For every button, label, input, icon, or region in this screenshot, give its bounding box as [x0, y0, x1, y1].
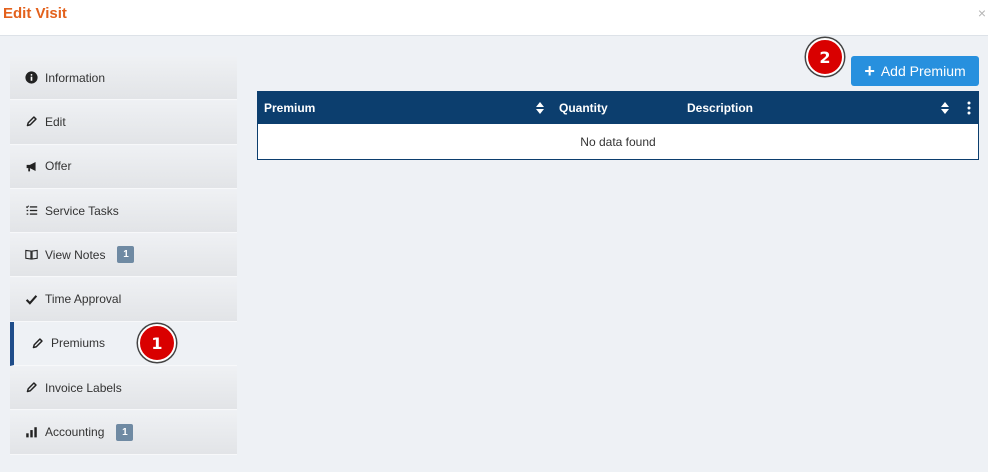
sidebar-item-label: Invoice Labels: [45, 380, 122, 395]
close-button[interactable]: ×: [978, 5, 986, 21]
megaphone-icon: [24, 159, 38, 173]
pencil-icon: [30, 336, 44, 350]
sidebar-item-label: Accounting: [45, 425, 105, 440]
add-premium-button[interactable]: + Add Premium: [851, 56, 979, 86]
sort-icon[interactable]: [536, 92, 544, 124]
sidebar-item-label: Offer: [45, 159, 72, 174]
sidebar-item-accounting[interactable]: Accounting 1: [10, 410, 237, 455]
info-circle-icon: [24, 71, 38, 85]
sidebar-item-edit[interactable]: Edit: [10, 100, 237, 145]
sidebar-item-label: Service Tasks: [45, 203, 119, 218]
sidebar-item-label: Edit: [45, 114, 66, 129]
sidebar-item-label: View Notes: [45, 247, 106, 262]
accounting-count-badge: 1: [116, 423, 134, 441]
column-label: Quantity: [559, 101, 608, 115]
sidebar-item-label: Time Approval: [45, 292, 122, 307]
sidebar-item-invoice-labels[interactable]: Invoice Labels: [10, 366, 237, 411]
task-list-icon: [24, 204, 38, 218]
sidebar-nav: Information Edit Offer Service Tasks Vie…: [10, 56, 237, 455]
empty-message: No data found: [580, 134, 656, 149]
table-header: Premium Quantity Description: [258, 92, 978, 124]
bar-chart-icon: [24, 425, 38, 439]
add-premium-label: Add Premium: [880, 63, 966, 79]
sidebar-item-view-notes[interactable]: View Notes 1: [10, 233, 237, 278]
notes-count-badge: 1: [117, 246, 135, 264]
dialog-header: Edit Visit ×: [0, 0, 988, 36]
pencil-icon: [24, 115, 38, 129]
premiums-table: Premium Quantity Description No data fou…: [257, 91, 979, 160]
column-label: Premium: [264, 101, 316, 115]
sidebar-item-label: Premiums: [51, 336, 106, 351]
pencil-icon: [24, 381, 38, 395]
dialog-title: Edit Visit: [3, 5, 67, 22]
sidebar-item-offer[interactable]: Offer: [10, 144, 237, 189]
column-header-description[interactable]: Description: [687, 92, 753, 124]
sort-icon[interactable]: [941, 92, 949, 124]
sidebar-item-service-tasks[interactable]: Service Tasks: [10, 188, 237, 234]
column-label: Description: [687, 101, 754, 115]
sidebar-item-time-approval[interactable]: Time Approval: [10, 277, 237, 322]
step-marker-two: 2: [806, 38, 844, 76]
sidebar-item-label: Information: [45, 70, 106, 85]
column-header-quantity[interactable]: Quantity: [559, 92, 608, 124]
book-icon: [24, 248, 38, 262]
column-menu-icon[interactable]: [967, 92, 971, 124]
plus-icon: +: [864, 61, 875, 81]
checkmark-icon: [24, 292, 38, 306]
table-empty-row: No data found: [258, 124, 978, 159]
step-marker-one: 1: [138, 324, 176, 362]
column-header-premium[interactable]: Premium: [264, 92, 315, 124]
sidebar-item-information[interactable]: Information: [10, 56, 237, 101]
sidebar-item-premiums[interactable]: Premiums: [10, 321, 237, 367]
